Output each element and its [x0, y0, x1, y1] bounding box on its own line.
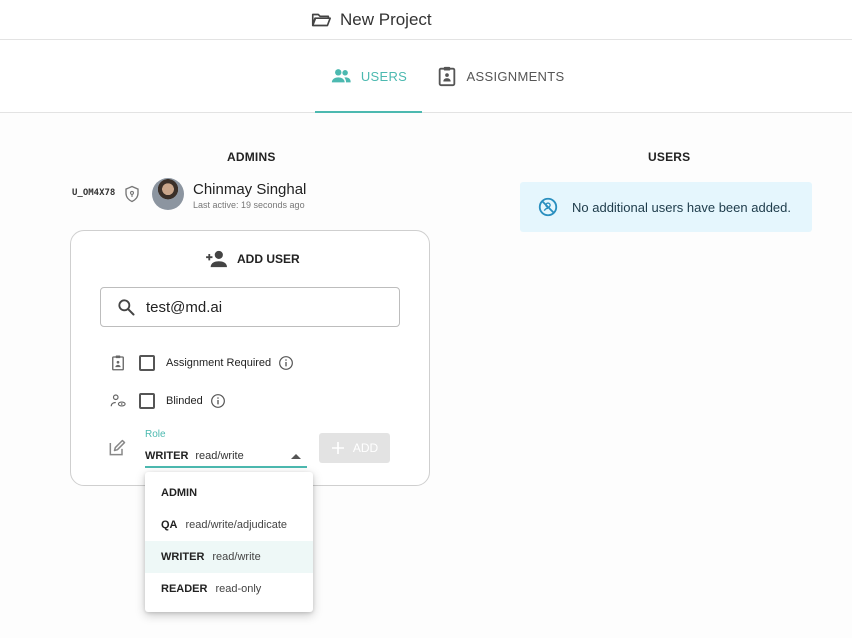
assignment-required-row: Assignment Required	[109, 352, 294, 374]
caret-up-icon	[291, 454, 301, 459]
role-select[interactable]: WRITER read/write	[145, 446, 307, 468]
role-option-name: QA	[161, 519, 178, 531]
no-users-message: No additional users have been added.	[572, 199, 791, 215]
role-selected-name: WRITER	[145, 450, 189, 462]
folder-open-icon	[311, 13, 331, 27]
users-title: USERS	[648, 150, 691, 164]
role-option-desc: read/write/adjudicate	[185, 519, 288, 531]
project-title-text: New Project	[340, 10, 432, 29]
blinded-user-icon	[110, 394, 126, 407]
tab-assignments[interactable]: ASSIGNMENTS	[430, 40, 570, 112]
people-icon	[331, 69, 351, 83]
assignment-required-checkbox[interactable]	[139, 355, 155, 371]
clipboard-icon	[112, 355, 124, 371]
blinded-label: Blinded	[166, 395, 203, 407]
role-option-qa[interactable]: QA read/write/adjudicate	[145, 509, 313, 541]
role-label: Role	[145, 429, 166, 440]
admin-name: Chinmay Singhal	[193, 181, 307, 198]
role-option-name: READER	[161, 583, 208, 595]
shield-icon	[125, 185, 139, 203]
person-add-icon	[206, 250, 227, 268]
admin-last-active: Last active: 19 seconds ago	[193, 200, 305, 210]
add-button[interactable]: ADD	[319, 433, 390, 463]
plus-icon	[331, 442, 344, 454]
search-icon	[118, 299, 135, 316]
admins-title: ADMINS	[227, 150, 276, 164]
search-input[interactable]	[146, 298, 386, 316]
block-icon	[538, 197, 558, 217]
add-user-card: ADD USER Assignment Required Blinded Rol…	[70, 230, 430, 486]
clipboard-icon	[438, 66, 455, 87]
top-bar: New Project	[0, 0, 852, 40]
tab-assignments-label: ASSIGNMENTS	[466, 68, 565, 84]
add-user-header: ADD USER	[205, 249, 300, 269]
blinded-row: Blinded	[109, 390, 226, 412]
role-option-name: WRITER	[161, 551, 205, 563]
info-icon[interactable]	[278, 355, 294, 371]
admin-id: U_OM4X78	[72, 188, 116, 198]
role-option-admin[interactable]: ADMIN	[145, 477, 313, 509]
role-option-desc: read-only	[215, 583, 262, 595]
avatar	[152, 178, 184, 210]
role-selected-desc: read/write	[195, 450, 244, 462]
role-option-name: ADMIN	[161, 487, 198, 499]
role-option-desc: read/write	[212, 551, 261, 563]
tab-users[interactable]: USERS	[315, 40, 422, 113]
no-users-notice: No additional users have been added.	[520, 182, 812, 232]
admin-row: U_OM4X78 Chinmay Singhal Last active: 19…	[72, 177, 372, 211]
edit-icon	[109, 439, 126, 456]
tab-bar: USERS ASSIGNMENTS	[0, 40, 852, 113]
tab-users-label: USERS	[360, 68, 408, 84]
tab-active-indicator	[315, 111, 422, 113]
blinded-checkbox[interactable]	[139, 393, 155, 409]
info-icon[interactable]	[210, 393, 226, 409]
role-option-writer[interactable]: WRITER read/write	[145, 541, 313, 573]
add-user-title: ADD USER	[237, 252, 300, 266]
role-option-reader[interactable]: READER read-only	[145, 573, 313, 605]
project-title: New Project	[310, 9, 432, 31]
assignment-required-label: Assignment Required	[166, 357, 272, 369]
search-field[interactable]	[100, 287, 400, 327]
role-dropdown-menu: ADMIN QA read/write/adjudicate WRITER re…	[145, 472, 313, 612]
add-button-label: ADD	[352, 441, 379, 455]
